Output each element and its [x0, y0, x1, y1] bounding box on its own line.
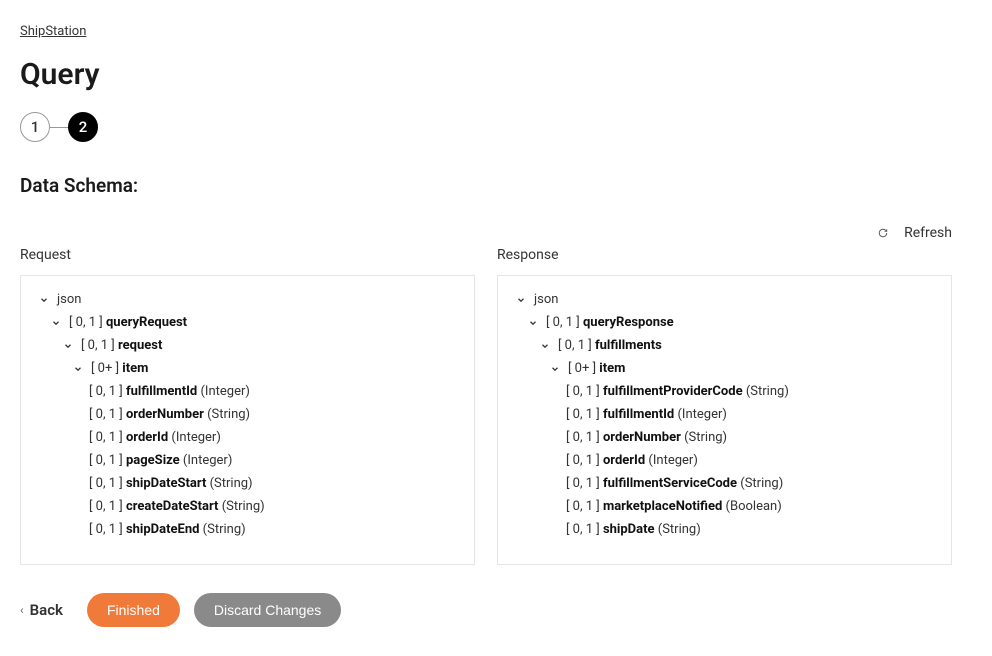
chevron-down-icon[interactable] [71, 362, 85, 376]
back-button[interactable]: ‹ Back [20, 601, 63, 619]
tree-node-label: [ 0, 1 ] fulfillments [558, 339, 662, 352]
chevron-down-icon[interactable] [37, 293, 51, 307]
response-schema-box[interactable]: json [ 0, 1 ] queryResponse [ 0, 1 ] fulfi… [497, 275, 952, 565]
tree-node-label: [ 0, 1 ] shipDateStart (String) [89, 477, 253, 490]
tree-row[interactable]: [ 0+ ] item [37, 357, 458, 380]
chevron-down-icon[interactable] [514, 293, 528, 307]
discard-button[interactable]: Discard Changes [194, 593, 341, 627]
request-column: Request json [ 0, 1 ] queryRequest [ 0, 1 … [20, 247, 475, 565]
tree-row[interactable]: json [514, 288, 935, 311]
request-schema-box[interactable]: json [ 0, 1 ] queryRequest [ 0, 1 ] reques… [20, 275, 475, 565]
tree-node-label: [ 0, 1 ] createDateStart (String) [89, 500, 265, 513]
tree-node-label: [ 0, 1 ] orderNumber (String) [89, 408, 250, 421]
chevron-down-icon[interactable] [538, 339, 552, 353]
step-2[interactable]: 2 [68, 112, 98, 142]
tree-node-label: [ 0+ ] item [91, 362, 148, 375]
tree-row[interactable]: [ 0, 1 ] shipDateStart (String) [37, 472, 458, 495]
tree-node-label: [ 0, 1 ] queryResponse [546, 316, 674, 329]
tree-row[interactable]: [ 0, 1 ] createDateStart (String) [37, 495, 458, 518]
tree-row[interactable]: [ 0, 1 ] marketplaceNotified (Boolean) [514, 495, 935, 518]
tree-node-label: [ 0+ ] item [568, 362, 625, 375]
tree-node-label: [ 0, 1 ] orderNumber (String) [566, 431, 727, 444]
tree-row[interactable]: [ 0, 1 ] queryRequest [37, 311, 458, 334]
tree-node-label: [ 0, 1 ] orderId (Integer) [566, 454, 698, 467]
tree-row[interactable]: [ 0, 1 ] pageSize (Integer) [37, 449, 458, 472]
tree-row[interactable]: [ 0, 1 ] fulfillmentId (Integer) [514, 403, 935, 426]
tree-node-label: json [534, 293, 558, 306]
tree-row[interactable]: [ 0, 1 ] shipDate (String) [514, 518, 935, 541]
tree-node-label: [ 0, 1 ] pageSize (Integer) [89, 454, 232, 467]
chevron-down-icon[interactable] [548, 362, 562, 376]
response-column: Response json [ 0, 1 ] queryResponse [ 0, … [497, 247, 952, 565]
tree-row[interactable]: [ 0, 1 ] fulfillments [514, 334, 935, 357]
tree-row[interactable]: [ 0, 1 ] shipDateEnd (String) [37, 518, 458, 541]
chevron-down-icon[interactable] [61, 339, 75, 353]
tree-node-label: [ 0, 1 ] marketplaceNotified (Boolean) [566, 500, 782, 513]
tree-node-label: json [57, 293, 81, 306]
request-header: Request [20, 247, 475, 263]
tree-node-label: [ 0, 1 ] fulfillmentId (Integer) [566, 408, 727, 421]
chevron-left-icon: ‹ [20, 603, 24, 617]
refresh-icon [876, 226, 890, 240]
back-label: Back [30, 601, 63, 619]
tree-node-label: [ 0, 1 ] queryRequest [69, 316, 187, 329]
stepper: 1 2 [20, 112, 972, 142]
tree-row[interactable]: json [37, 288, 458, 311]
tree-row[interactable]: [ 0, 1 ] orderNumber (String) [514, 426, 935, 449]
tree-node-label: [ 0, 1 ] request [81, 339, 162, 352]
tree-node-label: [ 0, 1 ] fulfillmentServiceCode (String) [566, 477, 783, 490]
finished-button[interactable]: Finished [87, 593, 180, 627]
tree-row[interactable]: [ 0, 1 ] queryResponse [514, 311, 935, 334]
refresh-label: Refresh [904, 225, 952, 241]
tree-node-label: [ 0, 1 ] shipDate (String) [566, 523, 701, 536]
tree-row[interactable]: [ 0, 1 ] orderNumber (String) [37, 403, 458, 426]
step-connector [50, 127, 68, 128]
tree-row[interactable]: [ 0+ ] item [514, 357, 935, 380]
tree-node-label: [ 0, 1 ] shipDateEnd (String) [89, 523, 246, 536]
tree-row[interactable]: [ 0, 1 ] orderId (Integer) [37, 426, 458, 449]
chevron-down-icon[interactable] [49, 316, 63, 330]
refresh-button[interactable]: Refresh [876, 225, 952, 241]
tree-node-label: [ 0, 1 ] fulfillmentProviderCode (String… [566, 385, 789, 398]
response-header: Response [497, 247, 952, 263]
section-title: Data Schema: [20, 174, 972, 197]
tree-node-label: [ 0, 1 ] fulfillmentId (Integer) [89, 385, 250, 398]
tree-row[interactable]: [ 0, 1 ] fulfillmentProviderCode (String… [514, 380, 935, 403]
tree-row[interactable]: [ 0, 1 ] orderId (Integer) [514, 449, 935, 472]
tree-row[interactable]: [ 0, 1 ] fulfillmentServiceCode (String) [514, 472, 935, 495]
step-1[interactable]: 1 [20, 112, 50, 142]
page-title: Query [20, 57, 972, 92]
breadcrumb[interactable]: ShipStation [20, 24, 86, 39]
tree-node-label: [ 0, 1 ] orderId (Integer) [89, 431, 221, 444]
tree-row[interactable]: [ 0, 1 ] request [37, 334, 458, 357]
chevron-down-icon[interactable] [526, 316, 540, 330]
tree-row[interactable]: [ 0, 1 ] fulfillmentId (Integer) [37, 380, 458, 403]
